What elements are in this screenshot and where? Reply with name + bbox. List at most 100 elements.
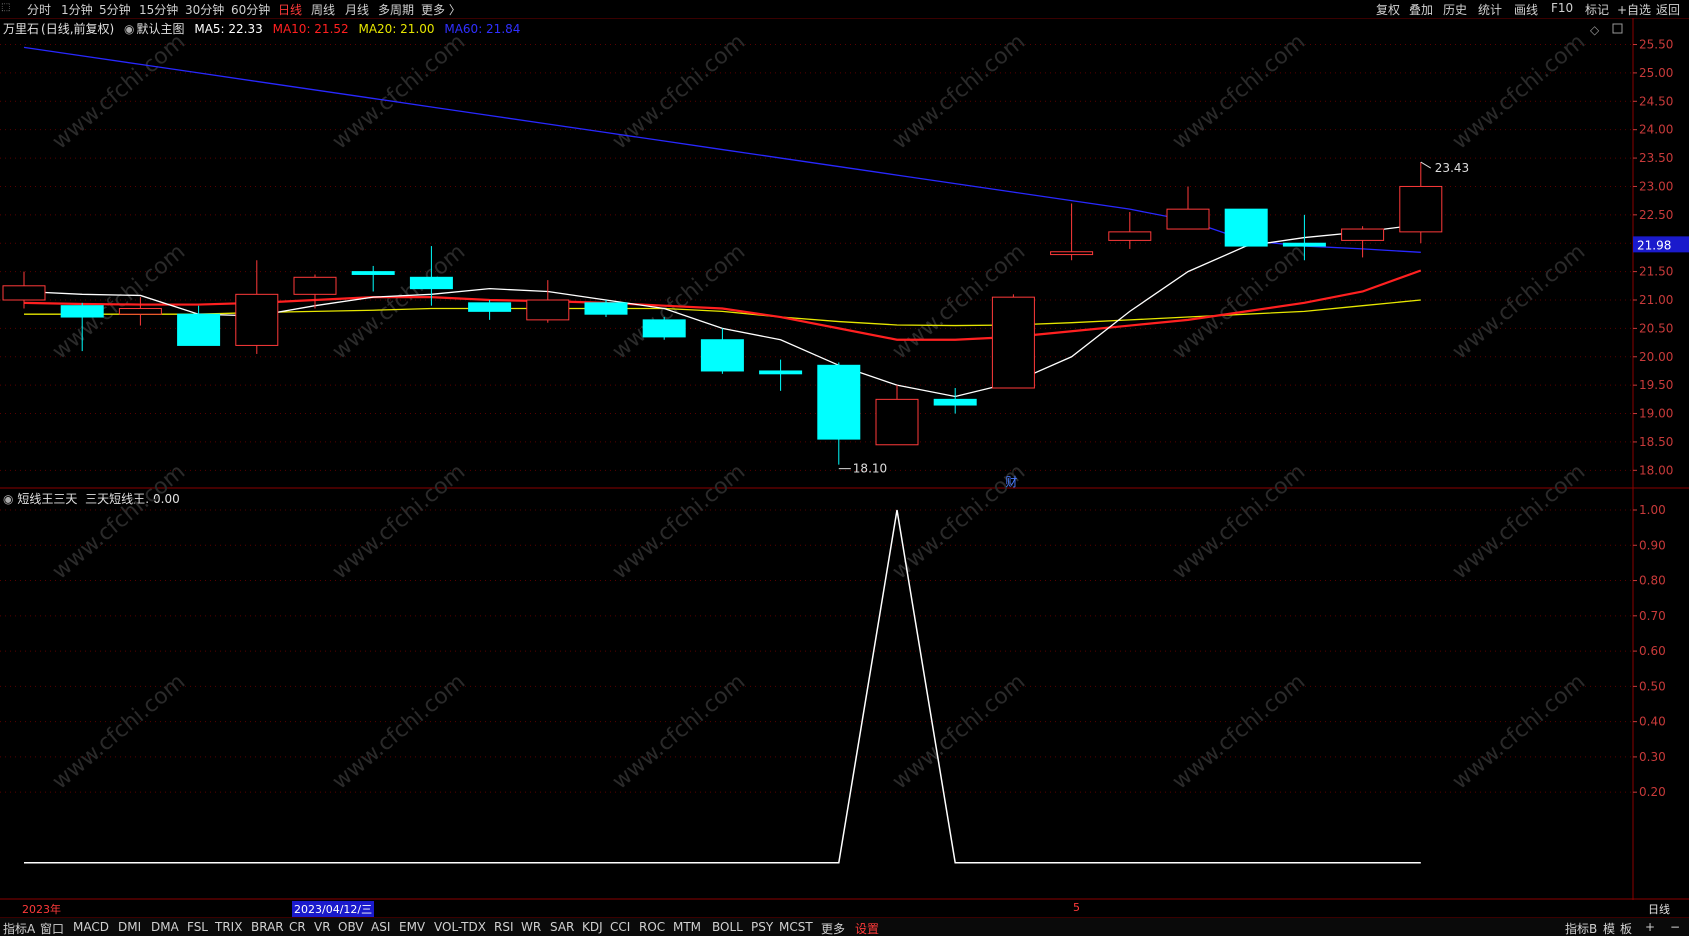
candle-body [2, 285, 46, 301]
indicator-tab-12[interactable]: EMV [399, 920, 425, 934]
indicator-tab-18[interactable]: CCI [610, 920, 630, 934]
y-tick-label: 19.50 [1639, 378, 1673, 392]
watermark: www.cfchi.com [328, 459, 470, 584]
watermark: www.cfchi.com [328, 239, 470, 364]
right-control-0[interactable]: 指标B [1565, 920, 1597, 936]
y-tick-label: 20.50 [1639, 321, 1673, 335]
candle-body [1050, 251, 1094, 256]
watermark: www.cfchi.com [1168, 459, 1310, 584]
indicator-tabs-bar: 指标A 窗口 MACD DMI DMA FSL TRIX BRAR CR VR OBV ASI EMV V… [0, 917, 1689, 936]
watermark: www.cfchi.com [1168, 29, 1310, 154]
candle-body [60, 305, 104, 318]
high-pointer [1420, 161, 1432, 169]
indicator-tab-8[interactable]: CR [289, 920, 306, 934]
indicator-tab-1[interactable]: 窗口 [40, 920, 64, 936]
diamond-icon: ◇ [1590, 23, 1600, 37]
indicator-tab-23[interactable]: MCST [779, 920, 813, 934]
y-tick-label: 20.00 [1639, 350, 1673, 364]
candle-body [351, 271, 395, 275]
low-label: 18.10 [853, 462, 887, 476]
indicator-tab-0[interactable]: 指标A [3, 920, 35, 936]
candle-body [235, 293, 279, 346]
candle-body [1108, 231, 1152, 241]
indicator-y-tick-label: 0.20 [1639, 785, 1666, 799]
year-label: 2023年 [22, 903, 61, 916]
candle-body [584, 302, 628, 315]
expand-icon [1612, 23, 1623, 34]
watermark: www.cfchi.com [1168, 239, 1310, 364]
candle-body [642, 319, 686, 338]
indicator-tab-4[interactable]: DMA [151, 920, 179, 934]
y-tick-label: 21.50 [1639, 265, 1673, 279]
watermark: www.cfchi.com [1168, 669, 1310, 794]
event-marker: 财 [1005, 475, 1017, 489]
y-tick-label: 24.00 [1639, 123, 1673, 137]
watermark: www.cfchi.com [1448, 459, 1590, 584]
indicator-tab-13[interactable]: VOL-TDX [434, 920, 486, 934]
indicator-tab-21[interactable]: BOLL [712, 920, 743, 934]
indicator-tab-14[interactable]: RSI [494, 920, 514, 934]
y-tick-label: 25.50 [1639, 38, 1673, 52]
y-tick-label: 18.50 [1639, 435, 1673, 449]
right-control-3[interactable]: + [1645, 920, 1655, 934]
watermark: www.cfchi.com [1448, 29, 1590, 154]
candle-body [177, 313, 221, 346]
date-axis: 2023年 2023/04/12/三 5 日线 [0, 900, 1670, 917]
watermark: www.cfchi.com [1448, 669, 1590, 794]
indicator-tab-22[interactable]: PSY [751, 920, 773, 934]
indicator-y-tick-label: 0.60 [1639, 644, 1666, 658]
indicator-tab-15[interactable]: WR [521, 920, 541, 934]
indicator-tab-2[interactable]: MACD [73, 920, 109, 934]
indicator-tab-19[interactable]: ROC [639, 920, 665, 934]
candle-body [817, 364, 861, 440]
indicator-tab-11[interactable]: ASI [371, 920, 390, 934]
candle-body [468, 302, 512, 312]
indicator-tab-24[interactable]: 更多 [821, 920, 845, 936]
watermark: www.cfchi.com [48, 459, 190, 584]
indicator-tab-9[interactable]: VR [314, 920, 331, 934]
watermark: www.cfchi.com [328, 29, 470, 154]
indicator-tab-5[interactable]: FSL [187, 920, 208, 934]
candle-body [991, 296, 1035, 389]
right-control-1[interactable]: 模 [1603, 920, 1615, 936]
watermark: www.cfchi.com [608, 459, 750, 584]
right-control-2[interactable]: 板 [1620, 920, 1632, 936]
candle-body [1399, 185, 1443, 233]
candle-body [1341, 228, 1385, 241]
watermark: www.cfchi.com [48, 239, 190, 364]
current-price-label: 21.98 [1637, 238, 1671, 252]
candle-body [409, 276, 453, 290]
candle-body [118, 308, 162, 315]
right-control-4[interactable]: − [1670, 920, 1680, 934]
watermark: www.cfchi.com [608, 669, 750, 794]
stock-chart[interactable]: 25.5025.0024.5024.0023.5023.0022.5022.00… [0, 0, 1689, 900]
candle-body [933, 398, 977, 406]
period-label: 日线 [1648, 903, 1670, 916]
y-tick-label: 25.00 [1639, 66, 1673, 80]
indicator-tab-20[interactable]: MTM [673, 920, 701, 934]
watermark: www.cfchi.com [888, 669, 1030, 794]
watermark: www.cfchi.com [328, 669, 470, 794]
indicator-y-tick-label: 0.40 [1639, 715, 1666, 729]
indicator-tab-6[interactable]: TRIX [215, 920, 242, 934]
y-tick-label: 18.00 [1639, 463, 1673, 477]
y-tick-label: 21.00 [1639, 293, 1673, 307]
indicator-y-tick-label: 0.80 [1639, 574, 1666, 588]
candle-body [875, 398, 919, 446]
indicator-y-tick-label: 0.90 [1639, 538, 1666, 552]
indicator-tab-3[interactable]: DMI [118, 920, 141, 934]
candle-body [1166, 208, 1210, 230]
indicator-tab-10[interactable]: OBV [338, 920, 364, 934]
indicator-tab-7[interactable]: BRAR [251, 920, 284, 934]
indicator-y-tick-label: 0.30 [1639, 750, 1666, 764]
indicator-tab-25[interactable]: 设置 [855, 920, 879, 936]
y-tick-label: 23.00 [1639, 179, 1673, 193]
candle-body [700, 339, 744, 372]
indicator-y-tick-label: 0.50 [1639, 679, 1666, 693]
high-label: 23.43 [1435, 161, 1469, 175]
indicator-tab-17[interactable]: KDJ [582, 920, 603, 934]
candle-body [759, 370, 803, 375]
candle-body [293, 276, 337, 295]
watermark: www.cfchi.com [1448, 239, 1590, 364]
indicator-tab-16[interactable]: SAR [550, 920, 574, 934]
